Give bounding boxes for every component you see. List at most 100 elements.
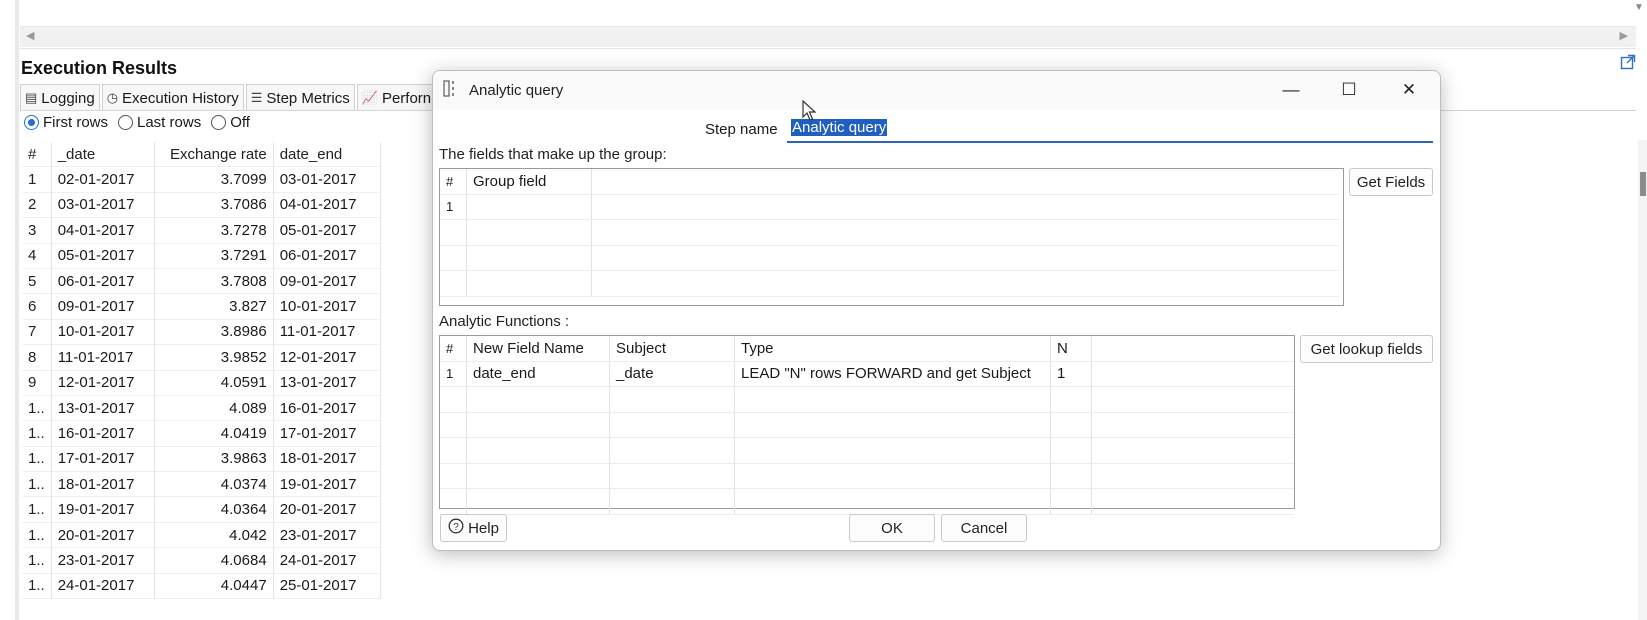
table-row[interactable] — [440, 412, 1294, 438]
get-lookup-fields-button[interactable]: Get lookup fields — [1300, 335, 1433, 363]
column-header-date[interactable]: _date — [51, 142, 155, 167]
scroll-right-icon[interactable]: ▶ — [1620, 29, 1628, 42]
table-row[interactable]: 1 — [440, 194, 1339, 220]
table-row[interactable] — [440, 463, 1294, 489]
cell-type[interactable] — [734, 463, 1051, 489]
cell-type[interactable]: LEAD "N" rows FORWARD and get Subject — [734, 361, 1051, 387]
cell-type[interactable] — [734, 386, 1051, 413]
radio-button-checked[interactable] — [24, 115, 39, 130]
table-row[interactable] — [440, 219, 1339, 246]
vertical-scrollbar[interactable] — [1638, 140, 1647, 620]
scroll-down-icon[interactable]: ▼ — [1634, 2, 1644, 13]
table-row[interactable]: 1.. 16-01-2017 4.0419 17-01-2017 — [22, 420, 381, 447]
help-button[interactable]: ? Help — [440, 514, 507, 542]
cell-group-field[interactable] — [466, 270, 592, 297]
column-header-group-field[interactable]: Group field — [466, 169, 592, 195]
table-row[interactable]: 8 11-01-2017 3.9852 12-01-2017 — [22, 344, 381, 371]
table-row[interactable]: 1 date_end _date LEAD "N" rows FORWARD a… — [440, 361, 1294, 387]
step-name-input[interactable]: Analytic query — [787, 119, 1433, 143]
cell-new-field-name[interactable] — [466, 412, 610, 438]
cell-type[interactable] — [734, 488, 1051, 515]
cell-n[interactable] — [1050, 488, 1092, 515]
cell-date: 10-01-2017 — [51, 319, 155, 345]
table-row[interactable]: 3 04-01-2017 3.7278 05-01-2017 — [22, 217, 381, 244]
maximize-panel-icon[interactable] — [1620, 54, 1636, 70]
cell-new-field-name[interactable] — [466, 463, 610, 489]
cell-group-field[interactable] — [466, 245, 592, 271]
cell-new-field-name[interactable] — [466, 488, 610, 515]
table-row[interactable]: 1.. 19-01-2017 4.0364 20-01-2017 — [22, 496, 381, 523]
radio-first-rows[interactable]: First rows — [24, 114, 108, 131]
tab-performance[interactable]: 📈 Perforn — [356, 84, 437, 111]
table-row[interactable] — [440, 488, 1294, 515]
table-row[interactable]: 9 12-01-2017 4.0591 13-01-2017 — [22, 370, 381, 396]
radio-last-rows[interactable]: Last rows — [118, 114, 201, 131]
list-icon: ☰ — [250, 90, 263, 105]
analytic-functions-table[interactable]: # New Field Name Subject Type N 1 date_e… — [439, 335, 1295, 515]
cell-n[interactable] — [1050, 463, 1092, 489]
cell-subject[interactable] — [609, 386, 735, 413]
cell-n[interactable]: 1 — [1050, 361, 1092, 387]
cell-subject[interactable]: _date — [609, 361, 735, 387]
table-row[interactable]: 6 09-01-2017 3.827 10-01-2017 — [22, 293, 381, 320]
column-header-subject[interactable]: Subject — [609, 336, 735, 362]
tab-step-metrics[interactable]: ☰ Step Metrics — [245, 84, 355, 111]
cancel-button[interactable]: Cancel — [941, 514, 1027, 542]
table-row[interactable]: 1.. 23-01-2017 4.0684 24-01-2017 — [22, 547, 381, 574]
preview-options: First rows Last rows Off — [24, 114, 250, 131]
cell-date-end: 16-01-2017 — [273, 395, 381, 421]
cell-type[interactable] — [734, 412, 1051, 438]
cell-subject[interactable] — [609, 437, 735, 464]
column-header-new-field-name[interactable]: New Field Name — [466, 336, 610, 362]
table-row[interactable]: 7 10-01-2017 3.8986 11-01-2017 — [22, 319, 381, 345]
table-row[interactable] — [440, 386, 1294, 413]
table-row[interactable] — [440, 270, 1339, 297]
column-header-n[interactable]: N — [1050, 336, 1092, 362]
radio-button[interactable] — [211, 115, 227, 130]
table-row[interactable]: 1.. 24-01-2017 4.0447 25-01-2017 — [22, 573, 381, 599]
cell-new-field-name[interactable]: date_end — [466, 361, 610, 387]
get-fields-button[interactable]: Get Fields — [1349, 168, 1433, 196]
dialog-titlebar[interactable]: Analytic query — ☐ ✕ — [433, 71, 1440, 109]
cell-new-field-name[interactable] — [466, 386, 610, 413]
scrollbar-thumb[interactable] — [1640, 172, 1646, 196]
cell-n[interactable] — [1050, 412, 1092, 438]
table-row[interactable]: 1.. 13-01-2017 4.089 16-01-2017 — [22, 395, 381, 421]
cell-subject[interactable] — [609, 488, 735, 515]
table-row[interactable]: 1.. 18-01-2017 4.0374 19-01-2017 — [22, 471, 381, 497]
table-row[interactable]: 1.. 17-01-2017 3.9863 18-01-2017 — [22, 446, 381, 472]
cell-type[interactable] — [734, 437, 1051, 464]
cell-new-field-name[interactable] — [466, 437, 610, 464]
scroll-left-icon[interactable]: ◀ — [26, 29, 34, 42]
radio-off[interactable]: Off — [211, 114, 250, 131]
tab-logging[interactable]: ▤ Logging — [20, 84, 100, 111]
tab-execution-history[interactable]: ◷ Execution History — [101, 84, 244, 111]
table-row[interactable]: 5 06-01-2017 3.7808 09-01-2017 — [22, 268, 381, 294]
column-header-index[interactable]: # — [440, 336, 467, 362]
radio-button[interactable] — [118, 115, 133, 130]
results-tabs: ▤ Logging ◷ Execution History ☰ Step Met… — [20, 84, 438, 111]
cell-n[interactable] — [1050, 386, 1092, 413]
ok-button[interactable]: OK — [849, 514, 935, 542]
maximize-icon[interactable]: ☐ — [1329, 75, 1369, 105]
cell-group-field[interactable] — [466, 219, 592, 246]
column-header-index[interactable]: # — [440, 169, 467, 195]
table-row[interactable]: 4 05-01-2017 3.7291 06-01-2017 — [22, 243, 381, 269]
table-row[interactable]: 1.. 20-01-2017 4.042 23-01-2017 — [22, 522, 381, 548]
table-row[interactable]: 1 02-01-2017 3.7099 03-01-2017 — [22, 166, 381, 193]
minimize-icon[interactable]: — — [1271, 75, 1311, 105]
horizontal-scrollbar[interactable]: ◀ ▶ — [20, 26, 1636, 47]
table-row[interactable] — [440, 245, 1339, 271]
cell-group-field[interactable] — [466, 194, 592, 220]
close-icon[interactable]: ✕ — [1389, 75, 1429, 105]
cell-subject[interactable] — [609, 412, 735, 438]
group-fields-table[interactable]: # Group field 1 — [439, 168, 1344, 306]
column-header-index[interactable]: # — [22, 142, 52, 167]
table-row[interactable] — [440, 437, 1294, 464]
table-row[interactable]: 2 03-01-2017 3.7086 04-01-2017 — [22, 192, 381, 218]
column-header-type[interactable]: Type — [734, 336, 1051, 362]
column-header-exchange-rate[interactable]: Exchange rate — [154, 142, 274, 167]
column-header-date-end[interactable]: date_end — [273, 142, 381, 167]
cell-n[interactable] — [1050, 437, 1092, 464]
cell-subject[interactable] — [609, 463, 735, 489]
